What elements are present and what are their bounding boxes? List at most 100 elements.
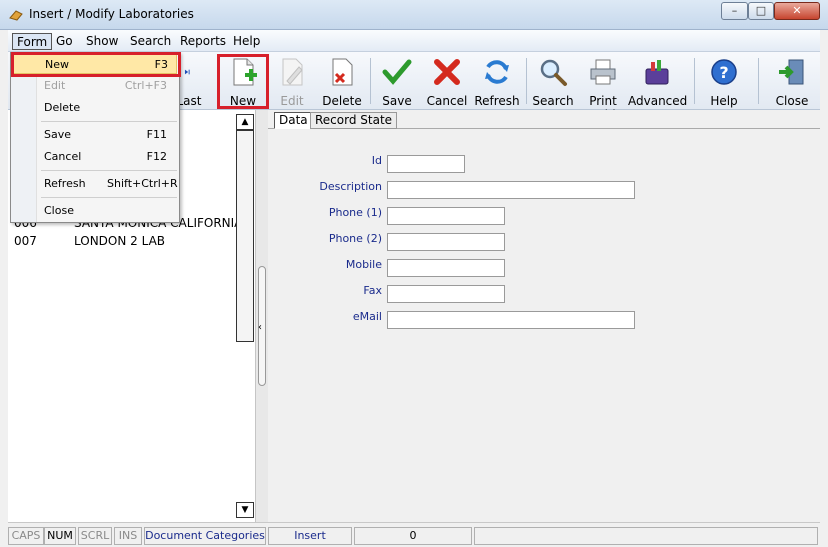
phone2-field[interactable]	[387, 233, 505, 251]
mode-indicator: Insert	[268, 527, 352, 545]
menu-item-save[interactable]: Save F11	[13, 125, 177, 145]
caps-indicator: CAPS	[8, 527, 44, 545]
status-message	[474, 527, 818, 545]
search-button[interactable]: Search	[530, 55, 576, 108]
window-title: Insert / Modify Laboratories	[29, 7, 194, 21]
menu-item-shortcut: F11	[146, 128, 167, 141]
menu-item-delete[interactable]: Delete	[13, 98, 177, 118]
checkmark-icon	[382, 59, 412, 85]
toolbar-separator	[758, 58, 759, 104]
chevron-left-icon[interactable]: ‹	[258, 322, 262, 333]
delete-button[interactable]: Delete	[318, 55, 366, 108]
app-icon	[9, 10, 23, 21]
fax-label: Fax	[363, 284, 382, 297]
menu-reports[interactable]: Reports	[176, 33, 230, 50]
scroll-thumb[interactable]	[236, 130, 254, 342]
menu-show[interactable]: Show	[82, 33, 122, 50]
menu-item-label: Cancel	[44, 150, 82, 163]
new-menu-item-highlight	[11, 52, 181, 77]
svg-text:?: ?	[719, 63, 728, 82]
help-button-label: Help	[710, 94, 738, 108]
toolbar-separator	[526, 58, 527, 104]
menu-separator	[41, 121, 177, 122]
scrl-indicator: SCRL	[78, 527, 112, 545]
printer-icon	[590, 59, 616, 85]
refresh-button[interactable]: Refresh	[474, 55, 520, 108]
num-indicator: NUM	[44, 527, 76, 545]
save-button[interactable]: Save	[376, 55, 418, 108]
exit-door-icon	[779, 59, 804, 85]
cancel-button-label: Cancel	[426, 94, 468, 108]
menu-separator	[41, 197, 177, 198]
email-field[interactable]	[387, 311, 635, 329]
menu-item-shortcut: F12	[146, 150, 167, 163]
new-button-highlight	[217, 54, 269, 109]
menu-item-cancel[interactable]: Cancel F12	[13, 147, 177, 167]
menu-bar: Form Go Show Search Reports Help	[8, 30, 820, 52]
description-label: Description	[319, 180, 382, 193]
print-grid-button[interactable]: Print Grid	[578, 55, 628, 122]
save-button-label: Save	[382, 94, 412, 108]
edit-button[interactable]: Edit	[270, 55, 314, 108]
menu-search[interactable]: Search	[126, 33, 175, 50]
edit-button-label: Edit	[280, 94, 304, 108]
help-button[interactable]: ? Help	[706, 55, 742, 108]
scroll-down-button[interactable]: ▼	[236, 502, 254, 518]
mobile-field[interactable]	[387, 259, 505, 277]
context-indicator: Document Categories	[144, 527, 266, 545]
record-count: 0	[354, 527, 472, 545]
form-menu-dropdown: New F3 Edit Ctrl+F3 Delete Save F11 Canc…	[10, 52, 180, 223]
menu-item-label: Delete	[44, 101, 81, 114]
tab-record-state[interactable]: Record State	[310, 112, 398, 129]
description-field[interactable]	[387, 181, 635, 199]
menu-item-close[interactable]: Close	[13, 201, 177, 221]
refresh-icon	[485, 60, 509, 84]
toolbar-separator	[370, 58, 371, 104]
refresh-button-label: Refresh	[474, 94, 520, 108]
id-label: Id	[371, 154, 382, 167]
menu-item-refresh[interactable]: Refresh Shift+Ctrl+R	[13, 174, 178, 194]
fax-field[interactable]	[387, 285, 505, 303]
phone1-field[interactable]	[387, 207, 505, 225]
last-record-icon	[184, 69, 190, 75]
window-close-button[interactable]: ✕	[774, 2, 820, 20]
menu-go[interactable]: Go	[52, 33, 77, 50]
id-field[interactable]	[387, 155, 465, 173]
close-button-label: Close	[775, 94, 809, 108]
menu-item-label: Refresh	[44, 177, 86, 190]
magnifier-icon	[540, 59, 567, 86]
menu-item-label: Save	[44, 128, 72, 141]
tab-data[interactable]: Data	[274, 112, 313, 129]
cancel-button[interactable]: Cancel	[422, 55, 472, 108]
delete-button-label: Delete	[322, 94, 362, 108]
menu-item-shortcut: Shift+Ctrl+R	[107, 177, 178, 190]
menu-item-label: Edit	[44, 79, 66, 92]
advanced-button-label: Advanced	[628, 94, 688, 108]
grid-scrollbar[interactable]: ▲ ▼	[236, 112, 254, 520]
minimize-button[interactable]: –	[721, 2, 748, 20]
menu-item-label: Close	[44, 204, 74, 217]
phone1-label: Phone (1)	[328, 206, 382, 219]
menu-item-shortcut: Ctrl+F3	[124, 79, 167, 92]
scroll-up-button[interactable]: ▲	[236, 114, 254, 130]
detail-form: Data Record State Id Description Phone (…	[268, 110, 820, 522]
search-button-label: Search	[532, 94, 574, 108]
menu-help[interactable]: Help	[229, 33, 264, 50]
delete-document-icon	[332, 58, 353, 86]
email-label: eMail	[352, 310, 382, 323]
row-code: 007	[14, 234, 37, 248]
status-bar: CAPS NUM SCRL INS Document Categories In…	[8, 522, 820, 547]
maximize-button[interactable]: □	[748, 2, 774, 20]
mobile-label: Mobile	[345, 258, 382, 271]
menu-item-edit[interactable]: Edit Ctrl+F3	[13, 76, 177, 96]
close-button[interactable]: Close	[772, 55, 812, 108]
phone2-label: Phone (2)	[328, 232, 382, 245]
title-bar: Insert / Modify Laboratories – □ ✕	[0, 0, 828, 30]
menu-separator	[41, 170, 177, 171]
toolbar-separator	[694, 58, 695, 104]
row-name: LONDON 2 LAB	[74, 234, 166, 248]
menu-form[interactable]: Form	[12, 33, 53, 50]
panel-splitter[interactable]: ‹	[256, 110, 268, 522]
edit-document-icon	[282, 58, 303, 86]
advanced-button[interactable]: Advanced	[628, 55, 688, 108]
